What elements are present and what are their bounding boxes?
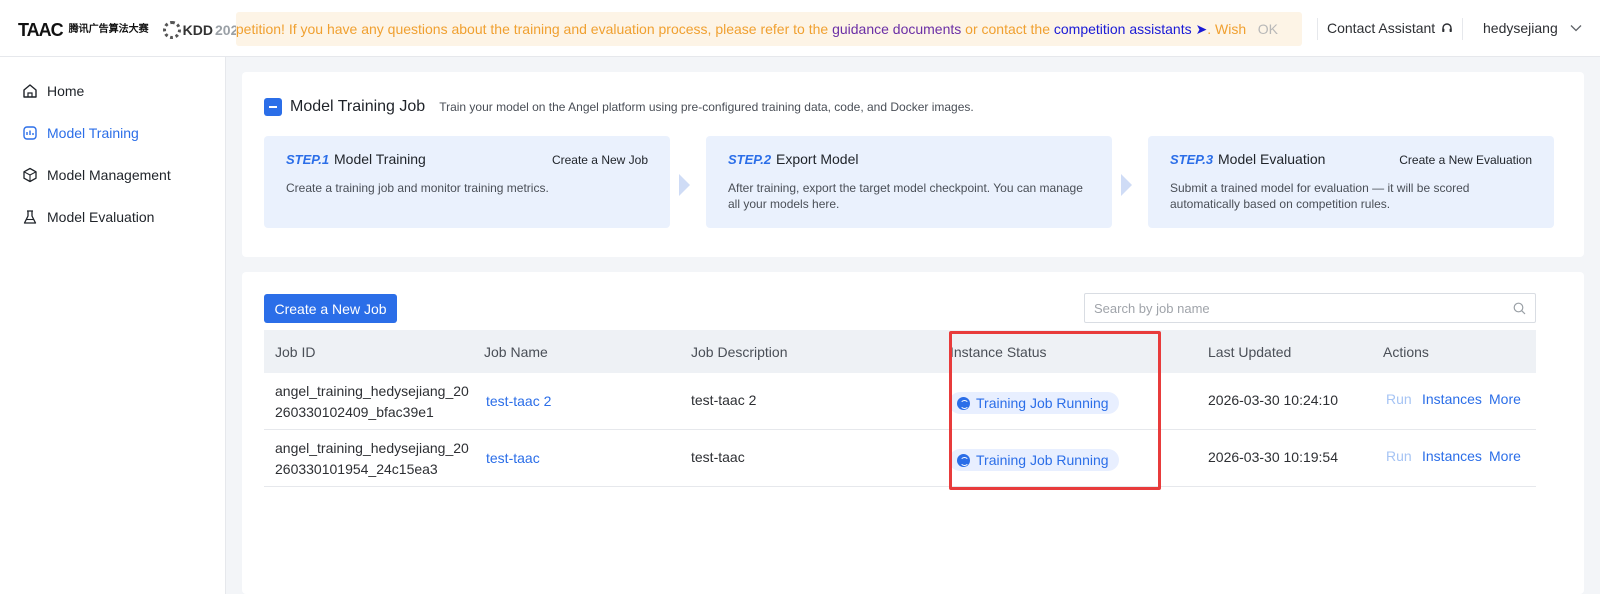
last-updated: 2026-03-30 10:19:54 — [1208, 449, 1338, 465]
competition-logo[interactable]: TAAC 腾讯广告算法大赛 KDD 2026 — [18, 18, 246, 42]
step-card-2: STEP.2 Export Model After training, expo… — [706, 136, 1112, 228]
overview-card: Model Training Job Train your model on t… — [242, 72, 1584, 257]
more-action-link[interactable]: More — [1489, 448, 1521, 464]
instances-action-link[interactable]: Instances — [1422, 391, 1482, 407]
header-divider — [1462, 18, 1463, 40]
step-number: STEP.2 — [728, 152, 772, 167]
job-id-line-2: 260330101954_24c15ea3 — [275, 461, 438, 477]
create-new-job-button[interactable]: Create a New Job — [264, 294, 397, 323]
logo-taac-text: TAAC — [18, 19, 64, 40]
step-description: Submit a trained model for evaluation — … — [1170, 181, 1470, 211]
step-create-job-link[interactable]: Create a New Job — [552, 153, 648, 167]
table-header: Job ID Job Name Job Description Instance… — [264, 330, 1536, 373]
step-name: Export Model — [776, 151, 859, 167]
run-action-link[interactable]: Run — [1386, 391, 1412, 407]
competition-assistants-link[interactable]: competition assistants ➤ — [1054, 21, 1207, 37]
job-id: angel_training_hedysejiang_20 2603301024… — [275, 381, 475, 423]
sidebar-item-model-training[interactable]: Model Training — [22, 125, 139, 141]
last-updated: 2026-03-30 10:24:10 — [1208, 392, 1338, 408]
contact-assistant-label: Contact Assistant — [1327, 20, 1436, 36]
job-name-link[interactable]: test-taac 2 — [486, 393, 551, 409]
column-header-actions: Actions — [1383, 344, 1429, 360]
user-menu[interactable]: hedysejiang — [1483, 20, 1582, 36]
table-row: angel_training_hedysejiang_20 2603301024… — [264, 373, 1536, 430]
notice-text-after: . Wish — [1207, 20, 1247, 37]
notice-text-middle: or contact the — [961, 20, 1054, 37]
job-description: test-taac — [691, 449, 745, 465]
column-header-job-description: Job Description — [691, 344, 788, 360]
step-card-3: STEP.3 Model Evaluation Create a New Eva… — [1148, 136, 1554, 228]
username: hedysejiang — [1483, 20, 1558, 36]
job-id-line-2: 260330102409_bfac39e1 — [275, 404, 434, 420]
page-title: Model Training Job — [290, 98, 426, 115]
run-action-link[interactable]: Run — [1386, 448, 1412, 464]
page-subtitle: Train your model on the Angel platform u… — [439, 100, 974, 114]
column-header-job-name: Job Name — [484, 344, 548, 360]
sidebar-item-label: Model Evaluation — [47, 209, 155, 225]
jobs-card: Create a New Job Job ID Job Name Job Des… — [242, 272, 1584, 594]
step-arrow-icon — [1121, 174, 1132, 196]
step-name: Model Evaluation — [1218, 151, 1326, 167]
overview-title-row: Model Training Job Train your model on t… — [264, 98, 974, 116]
notice-ok-button[interactable]: OK — [1258, 21, 1278, 37]
more-action-link[interactable]: More — [1489, 391, 1521, 407]
step-arrow-icon — [679, 174, 690, 196]
step-number: STEP.3 — [1170, 152, 1214, 167]
notice-text-before: ıpetition! If you have any questions abo… — [236, 20, 833, 37]
job-id: angel_training_hedysejiang_20 2603301019… — [275, 438, 475, 480]
search-icon[interactable] — [1513, 302, 1526, 315]
sidebar-item-label: Model Management — [47, 167, 171, 183]
step-number: STEP.1 — [286, 152, 330, 167]
notice-banner: ıpetition! If you have any questions abo… — [236, 12, 1302, 46]
job-id-line-1: angel_training_hedysejiang_20 — [275, 440, 469, 456]
training-job-icon — [264, 98, 282, 116]
search-input[interactable] — [1085, 294, 1495, 322]
step-create-evaluation-link[interactable]: Create a New Evaluation — [1399, 153, 1532, 167]
sidebar-item-home[interactable]: Home — [22, 83, 84, 99]
jobs-table: Job ID Job Name Job Description Instance… — [264, 330, 1536, 487]
highlight-box — [949, 331, 1161, 490]
training-icon — [23, 126, 37, 140]
home-icon — [23, 84, 37, 98]
contact-assistant-button[interactable]: Contact Assistant — [1327, 20, 1453, 36]
column-header-last-updated: Last Updated — [1208, 344, 1292, 360]
chevron-down-icon — [1570, 25, 1582, 32]
kdd-gear-icon — [162, 21, 181, 39]
kdd-text: KDD — [182, 22, 213, 38]
job-description: test-taac 2 — [691, 392, 757, 408]
sidebar-item-label: Model Training — [47, 125, 139, 141]
header-divider — [1317, 18, 1318, 40]
column-header-job-id: Job ID — [275, 344, 316, 360]
sidebar: Home Model Training Model Management Mod… — [0, 57, 226, 594]
step-description: Create a training job and monitor traini… — [286, 181, 549, 195]
guidance-documents-link[interactable]: guidance documents — [832, 21, 961, 37]
job-name-link[interactable]: test-taac — [486, 450, 540, 466]
step-description: After training, export the target model … — [728, 181, 1083, 211]
top-bar: TAAC 腾讯广告算法大赛 KDD 2026 ıpetition! If you … — [0, 0, 1600, 57]
notice-text: ıpetition! If you have any questions abo… — [236, 21, 1246, 38]
kdd-logo: KDD 2026 — [162, 21, 246, 39]
step-name: Model Training — [334, 151, 426, 167]
search-box — [1084, 293, 1536, 323]
cube-icon — [23, 167, 37, 183]
headset-icon — [1442, 23, 1452, 32]
table-row: angel_training_hedysejiang_20 2603301019… — [264, 430, 1536, 487]
flask-icon — [23, 210, 37, 224]
logo-chinese-text: 腾讯广告算法大赛 — [68, 24, 149, 35]
sidebar-item-model-management[interactable]: Model Management — [22, 167, 171, 183]
sidebar-item-model-evaluation[interactable]: Model Evaluation — [22, 209, 154, 225]
sidebar-item-label: Home — [47, 83, 85, 99]
job-id-line-1: angel_training_hedysejiang_20 — [275, 383, 469, 399]
instances-action-link[interactable]: Instances — [1422, 448, 1482, 464]
step-card-1: STEP.1 Model Training Create a New Job C… — [264, 136, 670, 228]
